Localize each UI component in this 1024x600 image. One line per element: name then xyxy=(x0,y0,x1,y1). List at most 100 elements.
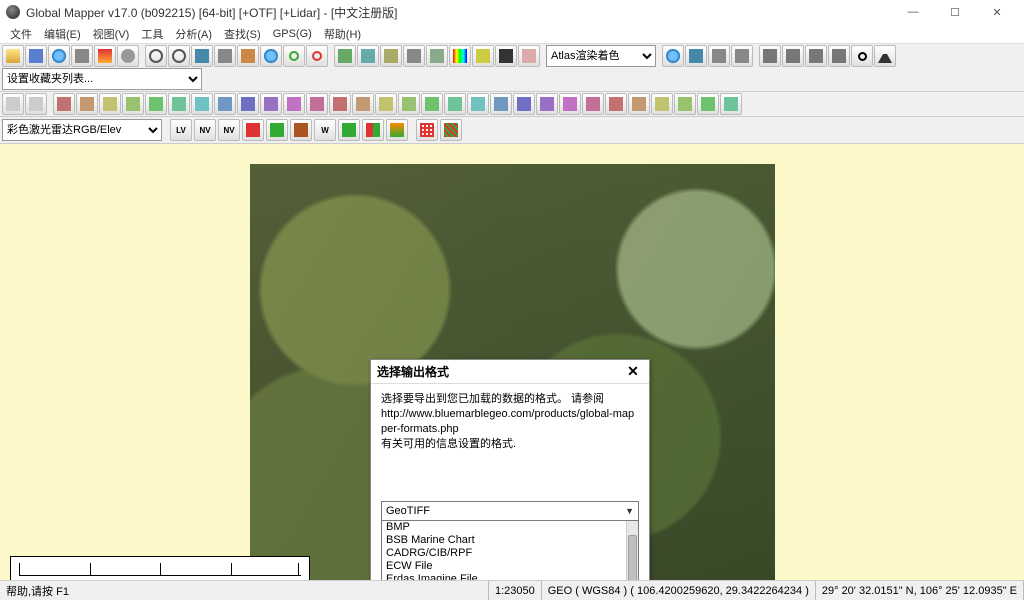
tool-zoom-prev-icon[interactable] xyxy=(214,45,236,67)
filter-nv-icon[interactable]: NV xyxy=(194,119,216,141)
format-option[interactable]: CADRG/CIB/RPF xyxy=(382,547,626,560)
digitize-tool-14-icon[interactable] xyxy=(375,93,397,115)
menu-view[interactable]: 视图(V) xyxy=(87,24,136,44)
digitize-tool-21-icon[interactable] xyxy=(536,93,558,115)
digitize-tool-7-icon[interactable] xyxy=(214,93,236,115)
tool-zoom-out-icon[interactable] xyxy=(168,45,190,67)
tool-home-icon[interactable] xyxy=(237,45,259,67)
digitize-tool-25-icon[interactable] xyxy=(628,93,650,115)
tool-refresh-icon[interactable] xyxy=(283,45,305,67)
tool-attrib-icon[interactable] xyxy=(472,45,494,67)
tool-select-icon[interactable] xyxy=(334,45,356,67)
tool-render-icon[interactable] xyxy=(449,45,471,67)
digitize-tool-8-icon[interactable] xyxy=(237,93,259,115)
format-combobox[interactable]: GeoTIFF ▼ xyxy=(381,501,639,521)
tool-download-icon[interactable] xyxy=(48,45,70,67)
filter-split-icon[interactable] xyxy=(362,119,384,141)
shader-select[interactable]: Atlas渲染着色 xyxy=(546,45,656,67)
digitize-tool-2-icon[interactable] xyxy=(99,93,121,115)
tool-north-icon[interactable] xyxy=(874,45,896,67)
tool-config-icon[interactable] xyxy=(117,45,139,67)
menu-search[interactable]: 查找(S) xyxy=(218,24,267,44)
tool-link-icon[interactable] xyxy=(782,45,804,67)
tool-3d-icon[interactable] xyxy=(662,45,684,67)
digitize-tool-6-icon[interactable] xyxy=(191,93,213,115)
favorites-select[interactable]: 设置收藏夹列表... xyxy=(2,68,202,90)
menu-tools[interactable]: 工具 xyxy=(135,24,169,44)
menu-file[interactable]: 文件 xyxy=(4,24,38,44)
tool-globe2-icon[interactable] xyxy=(260,45,282,67)
menu-help[interactable]: 帮助(H) xyxy=(318,24,367,44)
tool-zoom-in-icon[interactable] xyxy=(145,45,167,67)
filter-house-icon[interactable] xyxy=(242,119,264,141)
digitize-tool-27-icon[interactable] xyxy=(674,93,696,115)
tool-print-icon[interactable] xyxy=(71,45,93,67)
digitize-pointer-icon[interactable] xyxy=(2,93,24,115)
digitize-tool-0-icon[interactable] xyxy=(53,93,75,115)
digitize-tool-20-icon[interactable] xyxy=(513,93,535,115)
digitize-tool-24-icon[interactable] xyxy=(605,93,627,115)
format-option[interactable]: BMP xyxy=(382,521,626,534)
map-viewport[interactable]: 0.0 km 0.5 km 1.0 km 1.5 km 2.0 km 选择输出格… xyxy=(0,144,1024,600)
lidar-display-select[interactable]: 彩色激光雷达RGB/Elev xyxy=(2,119,162,141)
tool-clear-icon[interactable] xyxy=(306,45,328,67)
filter-matrix-icon[interactable] xyxy=(440,119,462,141)
digitize-tool-26-icon[interactable] xyxy=(651,93,673,115)
digitize-tool-13-icon[interactable] xyxy=(352,93,374,115)
digitize-tool-28-icon[interactable] xyxy=(697,93,719,115)
filter-ag-icon[interactable] xyxy=(338,119,360,141)
filter-lv-icon[interactable]: LV xyxy=(170,119,192,141)
tool-script-icon[interactable] xyxy=(708,45,730,67)
filter-nv2-icon[interactable]: NV xyxy=(218,119,240,141)
filter-tree-icon[interactable] xyxy=(266,119,288,141)
menu-analysis[interactable]: 分析(A) xyxy=(169,24,218,44)
tool-link3-icon[interactable] xyxy=(828,45,850,67)
dialog-link[interactable]: http://www.bluemarblegeo.com/products/gl… xyxy=(381,408,634,435)
tool-info-icon[interactable] xyxy=(357,45,379,67)
format-option[interactable]: BSB Marine Chart xyxy=(382,534,626,547)
tool-pan-icon[interactable] xyxy=(518,45,540,67)
digitize-tool-9-icon[interactable] xyxy=(260,93,282,115)
digitize-tool-1-icon[interactable] xyxy=(76,93,98,115)
digitize-tool-17-icon[interactable] xyxy=(444,93,466,115)
digitize-tool-11-icon[interactable] xyxy=(306,93,328,115)
digitize-tool-18-icon[interactable] xyxy=(467,93,489,115)
digitize-tool-15-icon[interactable] xyxy=(398,93,420,115)
tool-dark-icon[interactable] xyxy=(495,45,517,67)
tool-layers-icon[interactable] xyxy=(94,45,116,67)
filter-pole-icon[interactable] xyxy=(290,119,312,141)
tool-script2-icon[interactable] xyxy=(731,45,753,67)
tool-zoom-extent-icon[interactable] xyxy=(191,45,213,67)
digitize-tool-16-icon[interactable] xyxy=(421,93,443,115)
filter-palette-icon[interactable] xyxy=(416,119,438,141)
minimize-button[interactable]: — xyxy=(892,0,934,24)
digitize-tool-3-icon[interactable] xyxy=(122,93,144,115)
filter-grad-icon[interactable] xyxy=(386,119,408,141)
digitize-tool-5-icon[interactable] xyxy=(168,93,190,115)
digitize-tool-29-icon[interactable] xyxy=(720,93,742,115)
maximize-button[interactable]: ☐ xyxy=(934,0,976,24)
tool-3d2-icon[interactable] xyxy=(685,45,707,67)
close-button[interactable]: ✕ xyxy=(976,0,1018,24)
window-title: Global Mapper v17.0 (b092215) [64-bit] [… xyxy=(26,4,892,21)
filter-w-icon[interactable]: W xyxy=(314,119,336,141)
digitize-tool-10-icon[interactable] xyxy=(283,93,305,115)
menu-edit[interactable]: 编辑(E) xyxy=(38,24,87,44)
digitize-tool-4-icon[interactable] xyxy=(145,93,167,115)
digitize-tool-23-icon[interactable] xyxy=(582,93,604,115)
tool-open-icon[interactable] xyxy=(2,45,24,67)
tool-measure-icon[interactable] xyxy=(380,45,402,67)
tool-path-icon[interactable] xyxy=(403,45,425,67)
tool-flag-icon[interactable] xyxy=(759,45,781,67)
digitize-edit-icon[interactable] xyxy=(25,93,47,115)
tool-swipe-icon[interactable] xyxy=(426,45,448,67)
digitize-tool-12-icon[interactable] xyxy=(329,93,351,115)
tool-link2-icon[interactable] xyxy=(805,45,827,67)
dialog-close-button[interactable]: ✕ xyxy=(623,363,643,380)
digitize-tool-19-icon[interactable] xyxy=(490,93,512,115)
menu-gps[interactable]: GPS(G) xyxy=(267,26,318,42)
digitize-tool-22-icon[interactable] xyxy=(559,93,581,115)
format-option[interactable]: ECW File xyxy=(382,560,626,573)
tool-save-icon[interactable] xyxy=(25,45,47,67)
tool-target-icon[interactable] xyxy=(851,45,873,67)
